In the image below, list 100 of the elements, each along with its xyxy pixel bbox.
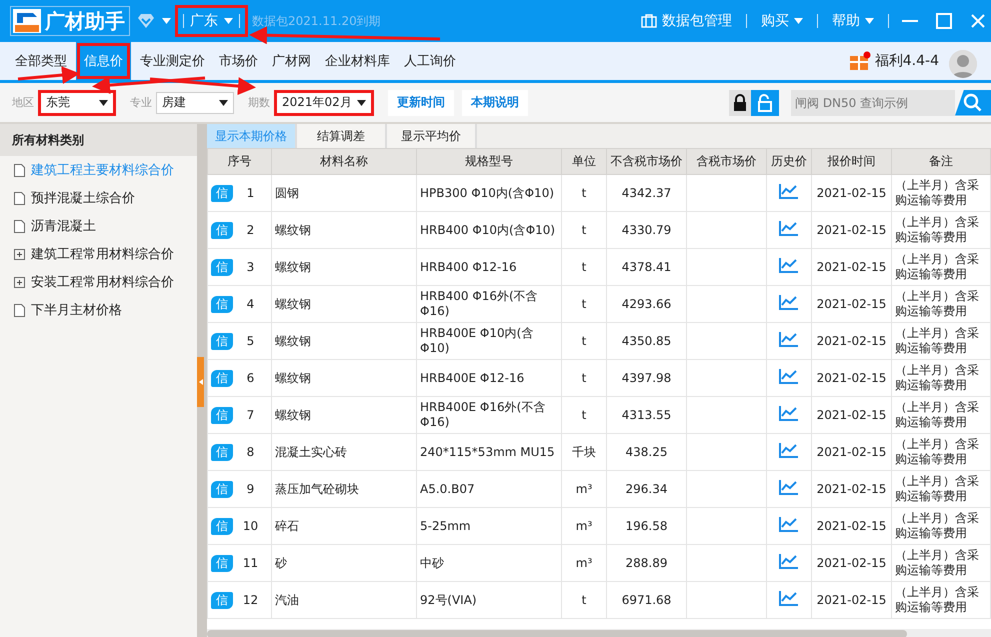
close-icon[interactable] <box>971 14 985 28</box>
filter-label: 专业 <box>130 95 152 110</box>
table-cell: 千块 <box>562 434 606 470</box>
row-number: 3 <box>246 260 256 274</box>
table-cell: 196.58 <box>606 508 686 544</box>
filter-label: 期数 <box>248 95 270 110</box>
trend-chart-icon[interactable] <box>779 368 799 384</box>
search-button[interactable] <box>955 90 991 116</box>
trend-chart-icon[interactable] <box>779 405 799 421</box>
table-cell: 4330.79 <box>606 212 686 248</box>
search-field[interactable]: 闸阀 DN50 查询示例 <box>791 90 955 116</box>
row-number: 8 <box>246 444 256 460</box>
table-cell: 螺纹钢 <box>272 212 416 248</box>
table-cell: 2021-02-15 <box>812 174 892 212</box>
briefcase-icon <box>641 14 657 28</box>
column-header: 备注 <box>892 148 990 174</box>
info-badge: 信 <box>211 296 233 312</box>
table-cell: 中砂 <box>416 544 562 582</box>
table-cell: 4397.98 <box>606 360 686 396</box>
table-cell: 蒸压加气砼砌块 <box>272 470 416 508</box>
table-cell: 92号(VIA) <box>416 582 562 618</box>
row-number: 10 <box>242 518 260 534</box>
table-cell: （上半月）含采购运输等费用 <box>892 360 990 396</box>
maximize-icon[interactable] <box>936 13 952 29</box>
table-cell: HRB400 Φ16外(不含Φ16) <box>416 286 562 322</box>
table-cell: HRB400 Φ10内(含Φ10) <box>416 212 562 248</box>
table-cell: 2021-02-15 <box>812 582 892 618</box>
table-cell: 砂 <box>272 544 416 582</box>
expand-icon[interactable] <box>14 248 25 260</box>
trend-chart-icon[interactable] <box>779 553 799 569</box>
filter-button[interactable]: 更新时间 <box>388 90 454 116</box>
trend-chart-icon[interactable] <box>779 590 799 606</box>
view-tab[interactable]: 结算调差 <box>297 124 387 148</box>
filter-label: 地区 <box>12 95 34 110</box>
table-cell: m³ <box>562 508 606 544</box>
table-cell: t <box>562 396 606 434</box>
filter-dropdown[interactable]: 2021年02月 <box>274 90 374 116</box>
trend-chart-icon[interactable] <box>779 257 799 273</box>
table-cell: 4313.55 <box>606 396 686 434</box>
table-cell: 6971.68 <box>606 582 686 618</box>
caret-icon <box>224 18 233 24</box>
row-number: 7 <box>246 408 256 422</box>
diamond-icon <box>138 14 154 28</box>
lock-icon[interactable] <box>729 90 751 116</box>
caret-icon <box>865 18 874 24</box>
table-cell: 2021-02-15 <box>812 212 892 248</box>
trend-chart-icon[interactable] <box>779 294 799 310</box>
category-item[interactable]: 沥青混凝土 <box>0 212 197 240</box>
expand-icon[interactable] <box>14 276 25 288</box>
trend-chart-icon[interactable] <box>779 220 799 236</box>
table-cell: t <box>562 248 606 286</box>
search-icon <box>963 92 983 112</box>
table-cell: 288.89 <box>606 544 686 582</box>
nav-tab[interactable]: 市场价 <box>214 42 263 80</box>
trend-chart-icon[interactable] <box>779 516 799 532</box>
welfare-link[interactable]: 福利4.4-4 <box>874 52 939 70</box>
scrollbar-thumb[interactable] <box>207 630 907 637</box>
table-cell: 4293.66 <box>606 286 686 322</box>
column-header: 单位 <box>562 148 606 174</box>
table-cell: 螺纹钢 <box>272 360 416 396</box>
table-cell: 圆钢 <box>272 174 416 212</box>
table-cell: HRB400E Φ12-16 <box>416 360 562 396</box>
category-item[interactable]: 建筑工程常用材料综合价 <box>0 240 197 268</box>
table-cell: HPB300 Φ10内(含Φ10) <box>416 174 562 212</box>
filter-dropdown[interactable]: 房建 <box>156 92 234 114</box>
category-item[interactable]: 安装工程常用材料综合价 <box>0 268 197 296</box>
table-cell: t <box>562 582 606 618</box>
trend-chart-icon[interactable] <box>779 479 799 495</box>
nav-tab[interactable]: 全部类型 <box>10 42 72 80</box>
collapse-handle[interactable] <box>197 356 204 406</box>
expiry-text: 数据包2021.11.20到期 <box>252 12 381 30</box>
table-cell: A5.0.B07 <box>416 470 562 508</box>
row-number: 11 <box>242 556 260 570</box>
table-cell: （上半月）含采购运输等费用 <box>892 582 990 618</box>
avatar[interactable] <box>949 50 977 78</box>
info-badge: 信 <box>211 518 233 534</box>
view-tab[interactable]: 显示平均价 <box>387 124 477 148</box>
column-header: 报价时间 <box>812 148 892 174</box>
filter-button[interactable]: 本期说明 <box>462 90 528 116</box>
table-cell: （上半月）含采购运输等费用 <box>892 322 990 360</box>
category-item[interactable]: 下半月主材价格 <box>0 296 197 324</box>
table-cell: （上半月）含采购运输等费用 <box>892 544 990 582</box>
row-number: 6 <box>246 370 256 386</box>
trend-chart-icon[interactable] <box>779 442 799 458</box>
document-icon <box>14 192 25 204</box>
nav-tab[interactable]: 企业材料库 <box>320 42 395 80</box>
table-cell: 5-25mm <box>416 508 562 544</box>
caret-icon <box>794 18 803 24</box>
trend-chart-icon[interactable] <box>779 183 799 199</box>
category-item[interactable]: 预拌混凝土综合价 <box>0 184 197 212</box>
table-cell: HRB400E Φ10内(含Φ10) <box>416 322 562 360</box>
table-cell: （上半月）含采购运输等费用 <box>892 508 990 544</box>
row-number: 2 <box>246 222 256 238</box>
filter-dropdown[interactable]: 东莞 <box>38 90 116 116</box>
document-icon <box>14 220 25 232</box>
trend-chart-icon[interactable] <box>779 331 799 347</box>
caret-icon <box>219 100 228 106</box>
nav-tab[interactable]: 专业测定价 <box>135 42 210 80</box>
nav-tab[interactable]: 广材网 <box>267 42 316 80</box>
nav-tab[interactable]: 人工询价 <box>399 42 461 80</box>
